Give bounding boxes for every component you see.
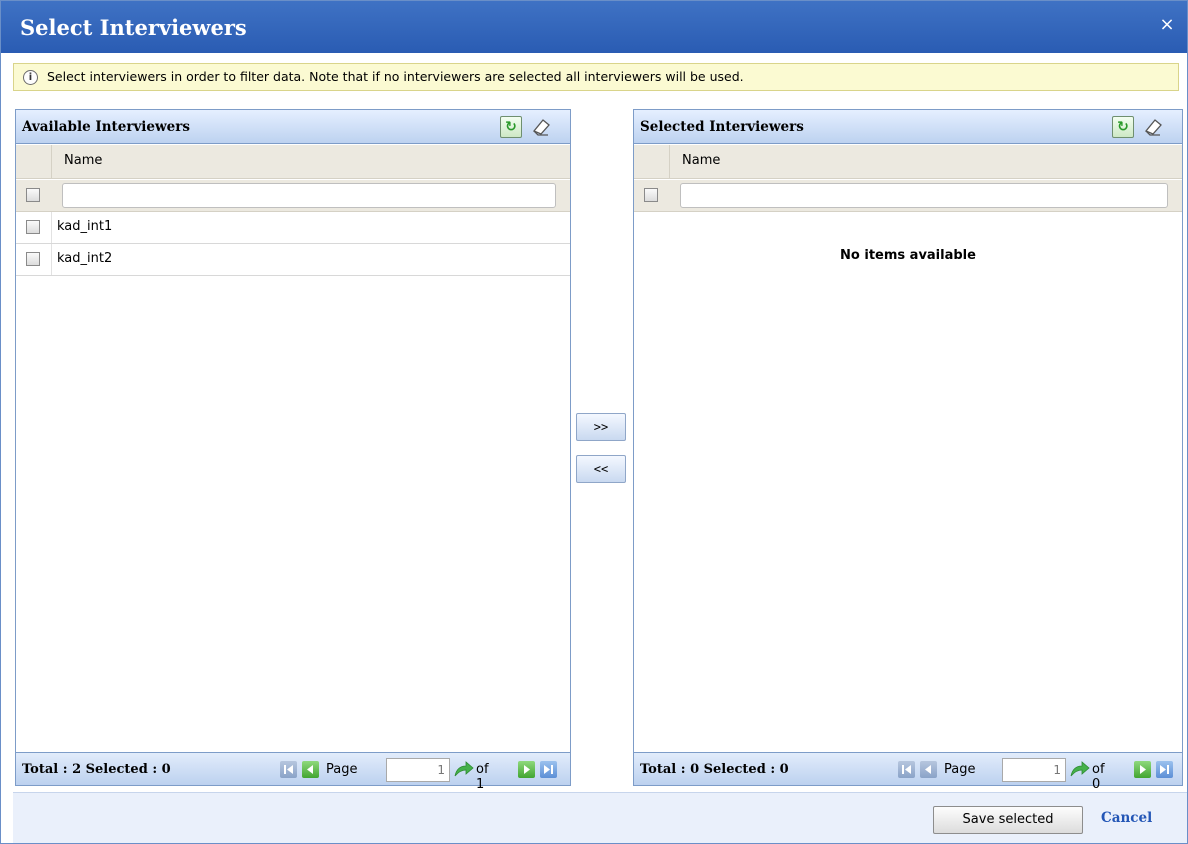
name-column-header[interactable]: Name [682, 153, 720, 168]
dialog-title: Select Interviewers [20, 15, 247, 40]
row-name: kad_int1 [57, 219, 113, 234]
refresh-icon[interactable]: ↻ [500, 116, 522, 138]
selected-panel-footer: Total : 0 Selected : 0 Page of 0 [634, 752, 1182, 792]
page-number-input[interactable] [1002, 758, 1066, 782]
remove-from-selected-button[interactable]: << [576, 455, 626, 483]
selected-grid-header: Name [634, 145, 1182, 179]
selected-panel-title: Selected Interviewers [640, 119, 804, 135]
select-all-checkbox[interactable] [26, 188, 40, 202]
available-panel-header: Available Interviewers ↻ [16, 110, 570, 144]
row-name: kad_int2 [57, 251, 113, 266]
cancel-link[interactable]: Cancel [1101, 810, 1152, 826]
name-column-header[interactable]: Name [64, 153, 102, 168]
info-icon: i [23, 70, 38, 85]
first-page-icon[interactable] [280, 761, 297, 778]
available-interviewers-panel: Available Interviewers ↻ Name kad_int1 k… [15, 109, 571, 792]
page-label: Page [326, 762, 358, 777]
available-grid-header: Name [16, 145, 570, 179]
go-to-page-icon[interactable] [1068, 759, 1090, 779]
info-notice: i Select interviewers in order to filter… [13, 63, 1179, 91]
previous-page-icon[interactable] [302, 761, 319, 778]
close-icon[interactable]: × [1157, 15, 1177, 35]
notice-text: Select interviewers in order to filter d… [47, 69, 744, 84]
row-select-cell [16, 244, 52, 275]
refresh-icon[interactable]: ↻ [1112, 116, 1134, 138]
add-to-selected-button[interactable]: >> [576, 413, 626, 441]
eraser-icon[interactable] [1142, 116, 1164, 138]
page-count-text: of 0 [1092, 762, 1105, 792]
row-select-cell [16, 212, 52, 243]
select-interviewers-dialog: Select Interviewers × i Select interview… [0, 0, 1188, 844]
table-row[interactable]: kad_int2 [16, 244, 570, 276]
selected-panel-header: Selected Interviewers ↻ [634, 110, 1182, 144]
select-column-header [16, 145, 52, 179]
page-label: Page [944, 762, 976, 777]
available-filter-row [16, 180, 570, 212]
empty-message: No items available [840, 248, 976, 263]
available-total-text: Total : 2 Selected : 0 [22, 762, 171, 777]
save-selected-button[interactable]: Save selected [933, 806, 1083, 834]
dialog-titlebar: Select Interviewers × [1, 1, 1187, 53]
first-page-icon[interactable] [898, 761, 915, 778]
next-page-icon[interactable] [518, 761, 535, 778]
go-to-page-icon[interactable] [452, 759, 474, 779]
previous-page-icon[interactable] [920, 761, 937, 778]
page-count-text: of 1 [476, 762, 489, 792]
available-name-filter-input[interactable] [62, 183, 556, 208]
selected-filter-row [634, 180, 1182, 212]
row-checkbox[interactable] [26, 220, 40, 234]
select-column-header [634, 145, 670, 179]
selected-name-filter-input[interactable] [680, 183, 1168, 208]
last-page-icon[interactable] [1156, 761, 1173, 778]
dialog-button-bar: Save selected Cancel [13, 792, 1187, 843]
available-panel-footer: Total : 2 Selected : 0 Page of 1 [16, 752, 570, 792]
selected-total-text: Total : 0 Selected : 0 [640, 762, 789, 777]
selected-interviewers-panel: Selected Interviewers ↻ Name No items av… [633, 109, 1183, 792]
table-row[interactable]: kad_int1 [16, 212, 570, 244]
eraser-icon[interactable] [530, 116, 552, 138]
row-checkbox[interactable] [26, 252, 40, 266]
next-page-icon[interactable] [1134, 761, 1151, 778]
page-number-input[interactable] [386, 758, 450, 782]
available-panel-title: Available Interviewers [22, 119, 190, 135]
select-all-checkbox[interactable] [644, 188, 658, 202]
last-page-icon[interactable] [540, 761, 557, 778]
